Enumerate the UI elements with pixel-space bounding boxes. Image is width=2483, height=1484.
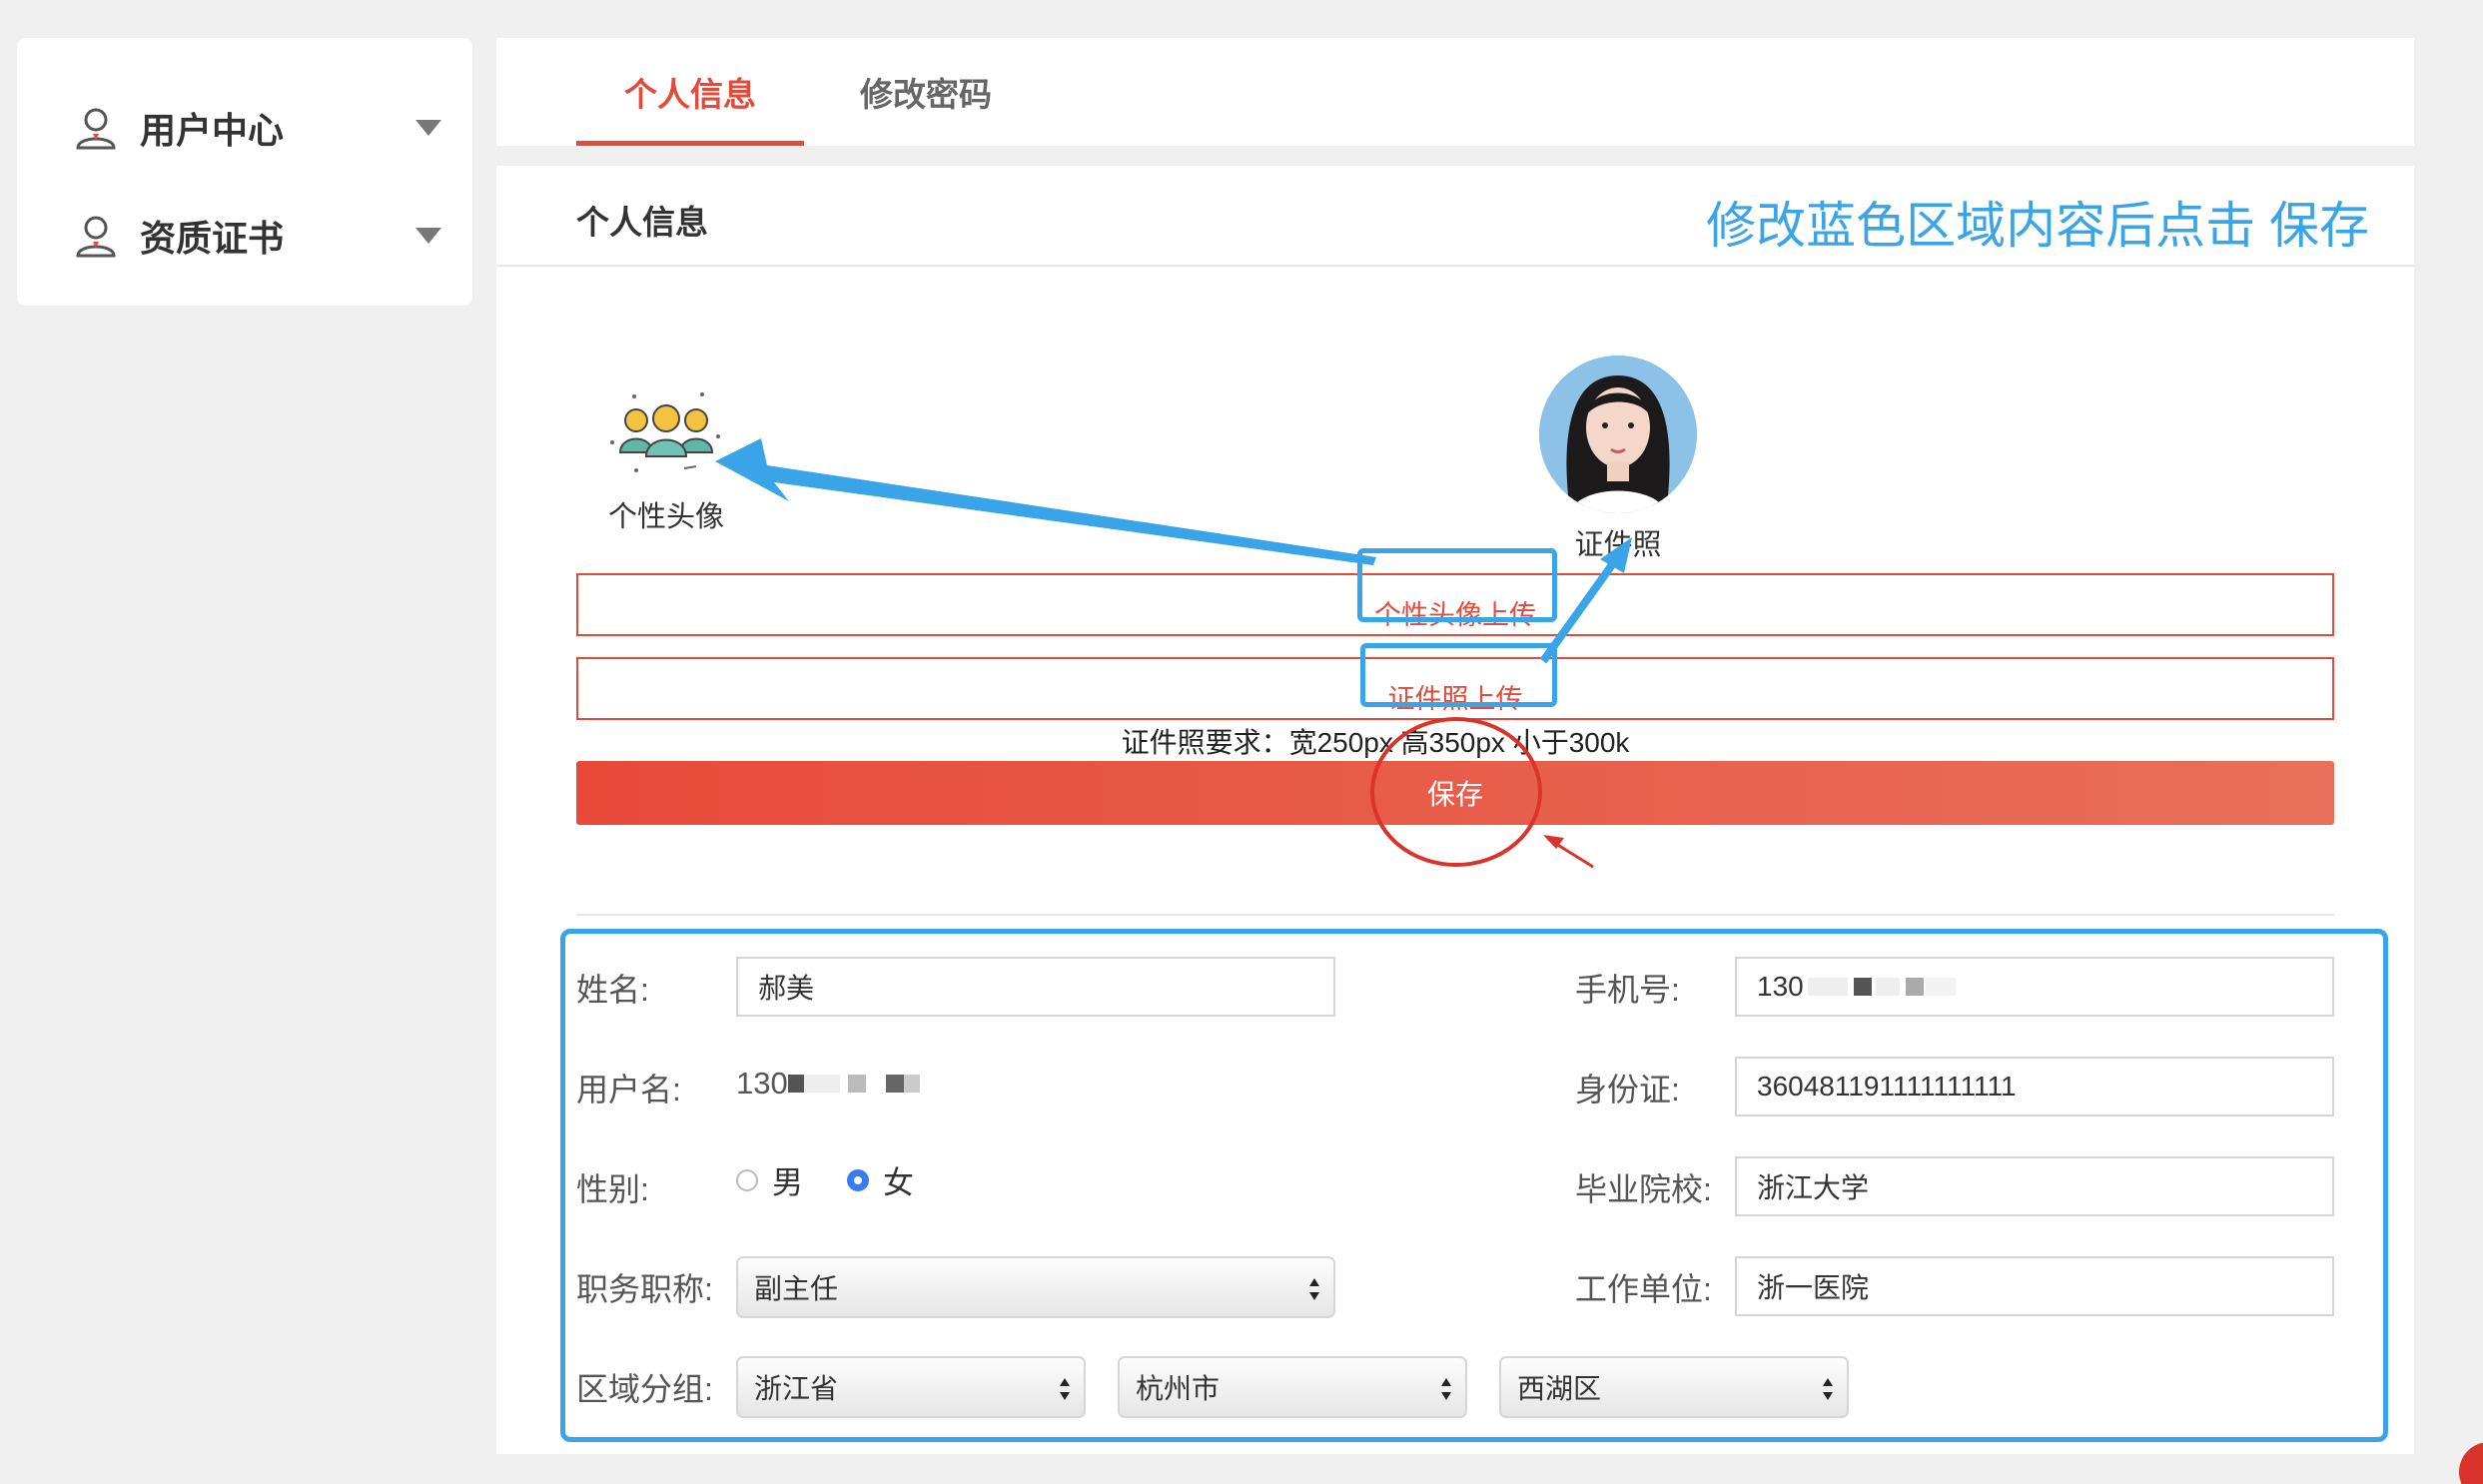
username-value: 130 bbox=[736, 1066, 788, 1101]
job-title-select[interactable]: 副主任 bbox=[736, 1256, 1335, 1318]
instruction-annotation: 修改蓝色区域内容后点击 保存 bbox=[1706, 198, 2369, 254]
portrait-image bbox=[1539, 356, 1697, 513]
redaction-mask bbox=[885, 1075, 904, 1093]
gender-female-label: 女 bbox=[883, 1165, 914, 1200]
group-avatar-icon bbox=[610, 392, 720, 472]
chevron-down-icon bbox=[415, 228, 441, 244]
redaction-mask bbox=[803, 1075, 840, 1093]
sidebar-item-label: 用户中心 bbox=[140, 110, 285, 151]
phone-input[interactable]: 130 bbox=[1735, 957, 2334, 1017]
gender-radio-group: 男 女 bbox=[736, 1157, 958, 1202]
tab-personal-info[interactable]: 个人信息 bbox=[576, 38, 804, 146]
redaction-mask bbox=[1905, 978, 1924, 996]
province-value: 浙江省 bbox=[754, 1373, 839, 1404]
divider bbox=[576, 914, 2334, 916]
select-arrows-icon bbox=[1060, 1378, 1070, 1400]
phone-label: 手机号: bbox=[1575, 972, 1680, 1008]
redaction-mask bbox=[903, 1075, 920, 1093]
gender-male-label: 男 bbox=[772, 1165, 803, 1200]
user-icon bbox=[76, 216, 116, 258]
school-label: 毕业院校: bbox=[1575, 1171, 1712, 1207]
redaction-mask bbox=[1853, 978, 1872, 996]
id-photo-upload-button[interactable]: 证件照上传 bbox=[576, 657, 2334, 720]
redaction-mask bbox=[787, 1075, 804, 1093]
school-input[interactable] bbox=[1735, 1156, 2334, 1216]
select-arrows-icon bbox=[1823, 1378, 1833, 1400]
workplace-label: 工作单位: bbox=[1575, 1271, 1712, 1307]
sidebar: 用户中心 资质证书 bbox=[17, 38, 472, 306]
phone-value: 130 bbox=[1757, 971, 1804, 1002]
avatar-upload-button[interactable]: 个性头像上传 bbox=[576, 573, 2334, 636]
district-value: 西湖区 bbox=[1517, 1373, 1602, 1404]
redaction-mask bbox=[1807, 978, 1848, 996]
personal-avatar-caption: 个性头像 bbox=[607, 501, 724, 533]
job-title-value: 副主任 bbox=[754, 1273, 839, 1304]
save-button[interactable]: 保存 bbox=[576, 761, 2334, 825]
section-title: 个人信息 bbox=[576, 204, 708, 241]
main-card: 个人信息 修改蓝色区域内容后点击 保存 个性头像 证件照 个性头像上传 证件照上… bbox=[496, 166, 2414, 1454]
photo-requirement: 证件照要求：宽250px 高350px 小于300k bbox=[1121, 727, 1630, 758]
district-select[interactable]: 西湖区 bbox=[1499, 1356, 1849, 1418]
name-input[interactable] bbox=[736, 957, 1335, 1017]
job-title-label: 职务职称: bbox=[576, 1271, 713, 1307]
username-label: 用户名: bbox=[576, 1072, 681, 1108]
select-arrows-icon bbox=[1441, 1378, 1451, 1400]
section-header: 个人信息 修改蓝色区域内容后点击 保存 bbox=[496, 166, 2414, 267]
sidebar-item-user-center[interactable]: 用户中心 bbox=[72, 88, 441, 168]
sidebar-item-certificates[interactable]: 资质证书 bbox=[72, 196, 441, 276]
gender-female-radio[interactable] bbox=[847, 1168, 869, 1191]
user-icon bbox=[76, 108, 116, 150]
personal-avatar-block: 个性头像 bbox=[596, 390, 736, 535]
province-select[interactable]: 浙江省 bbox=[736, 1356, 1086, 1418]
redaction-mask bbox=[847, 1075, 866, 1093]
redaction-mask bbox=[1875, 978, 1900, 996]
username-value-block: 130 bbox=[736, 1066, 920, 1102]
workplace-input[interactable] bbox=[1735, 1256, 2334, 1316]
id-photo bbox=[1539, 356, 1697, 513]
chevron-down-icon bbox=[415, 120, 441, 136]
id-photo-upload-label: 证件照上传 bbox=[1387, 684, 1523, 714]
gender-male-radio[interactable] bbox=[736, 1168, 758, 1191]
select-arrows-icon bbox=[1309, 1278, 1319, 1300]
id-card-label: 身份证: bbox=[1575, 1072, 1680, 1108]
tab-bar: 个人信息 修改密码 bbox=[496, 38, 2414, 146]
sidebar-item-label: 资质证书 bbox=[140, 218, 285, 259]
name-label: 姓名: bbox=[576, 972, 649, 1008]
avatar-upload-label: 个性头像上传 bbox=[1374, 600, 1536, 630]
redaction-mask bbox=[1925, 978, 1956, 996]
id-card-input[interactable] bbox=[1735, 1057, 2334, 1116]
corner-badge bbox=[2459, 1442, 2483, 1484]
id-photo-block: 证件照 bbox=[1533, 356, 1703, 563]
city-select[interactable]: 杭州市 bbox=[1118, 1356, 1467, 1418]
gender-label: 性别: bbox=[576, 1171, 649, 1207]
tab-change-password[interactable]: 修改密码 bbox=[826, 38, 1026, 146]
id-photo-caption: 证件照 bbox=[1574, 529, 1662, 561]
region-label: 区域分组: bbox=[576, 1371, 713, 1407]
city-value: 杭州市 bbox=[1136, 1373, 1221, 1404]
